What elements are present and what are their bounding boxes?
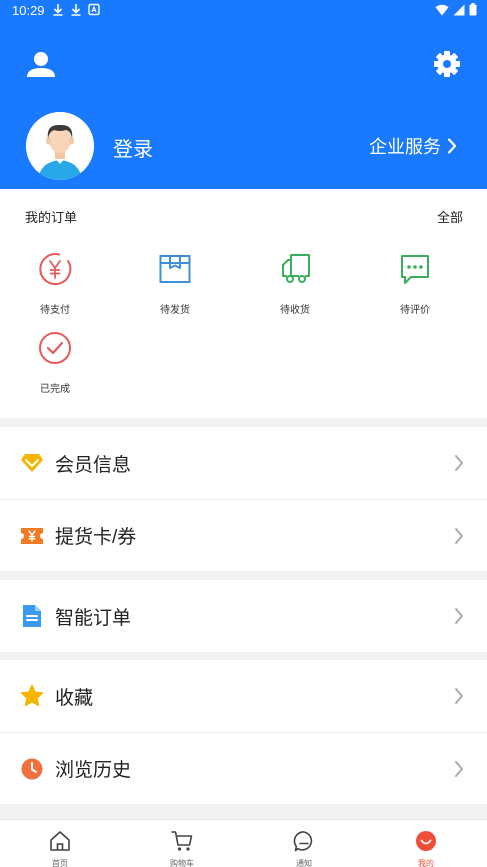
chevron-right-icon xyxy=(455,608,463,624)
order-status-awaiting-review[interactable]: 待评价 xyxy=(375,251,455,316)
menu-group-favorites: 收藏 浏览历史 xyxy=(0,660,487,804)
user-icon[interactable] xyxy=(25,49,57,81)
chevron-right-icon xyxy=(455,688,463,704)
message-bubble-icon xyxy=(293,831,313,852)
menu-label: 提货卡/券 xyxy=(55,527,137,548)
status-bar: 10:29 xyxy=(0,0,487,22)
star-icon xyxy=(20,684,44,708)
smart-order-row[interactable]: 智能订单 xyxy=(0,580,487,652)
bottom-tab-bar: 首页 购物车 通知 我的 xyxy=(0,819,487,867)
enterprise-service-link[interactable]: 企业服务 xyxy=(369,133,457,159)
home-icon xyxy=(50,831,70,851)
order-status-label: 待发货 xyxy=(160,305,190,316)
chevron-right-icon xyxy=(455,527,463,544)
menu-label: 会员信息 xyxy=(55,454,132,476)
settings-gear-icon[interactable] xyxy=(433,50,461,78)
menu-group-orders: 智能订单 xyxy=(0,580,487,652)
profile-header: 10:29 登录 企业服务 xyxy=(0,0,487,189)
order-status-label: 已完成 xyxy=(40,384,70,395)
order-status-label: 待支付 xyxy=(40,305,70,316)
browse-history-row[interactable]: 浏览历史 xyxy=(0,732,487,804)
pickup-card-row[interactable]: 提货卡/券 xyxy=(0,499,487,571)
enterprise-service-label: 企业服务 xyxy=(369,137,441,157)
ticket-icon xyxy=(20,524,44,548)
yen-circle-icon xyxy=(39,253,72,286)
order-status-label: 待收货 xyxy=(280,305,310,316)
tab-cart[interactable]: 购物车 xyxy=(142,820,222,867)
clock-icon xyxy=(20,757,44,781)
tab-notifications[interactable]: 通知 xyxy=(264,820,344,867)
signal-icon xyxy=(453,4,465,15)
avatar[interactable] xyxy=(26,112,94,180)
membership-info-row[interactable]: 会员信息 xyxy=(0,427,487,499)
default-avatar-icon xyxy=(26,112,94,180)
tab-label: 购物车 xyxy=(170,859,194,867)
order-status-awaiting-shipment[interactable]: 待发货 xyxy=(135,251,215,316)
check-circle-icon xyxy=(39,332,71,364)
download-icon xyxy=(53,4,63,16)
wifi-icon xyxy=(435,4,449,15)
chevron-right-icon xyxy=(447,138,457,154)
status-time: 10:29 xyxy=(12,3,45,18)
menu-label: 智能订单 xyxy=(55,607,132,629)
menu-group-membership: 会员信息 提货卡/券 xyxy=(0,427,487,571)
chevron-right-icon xyxy=(455,760,463,777)
order-status-awaiting-receipt[interactable]: 待收货 xyxy=(255,251,335,316)
tab-label: 我的 xyxy=(418,859,434,867)
menu-label: 浏览历史 xyxy=(55,760,132,781)
smiley-face-icon xyxy=(416,831,436,851)
order-status-pending-payment[interactable]: 待支付 xyxy=(15,251,95,316)
favorites-row[interactable]: 收藏 xyxy=(0,660,487,732)
document-icon xyxy=(20,604,44,628)
my-orders-section: 我的订单 全部 待支付 待发货 待收货 待评价 已完成 xyxy=(0,189,487,418)
order-status-completed[interactable]: 已完成 xyxy=(15,330,95,395)
package-box-icon xyxy=(159,255,191,283)
chevron-right-icon xyxy=(455,455,463,471)
chat-bubble-icon xyxy=(401,255,429,284)
app-notification-icon xyxy=(88,3,100,16)
tab-label: 通知 xyxy=(296,859,312,867)
battery-icon xyxy=(469,3,477,16)
delivery-truck-icon xyxy=(282,254,310,283)
tab-home[interactable]: 首页 xyxy=(20,820,100,867)
order-status-label: 待评价 xyxy=(400,305,430,316)
diamond-icon xyxy=(20,451,44,475)
menu-label: 收藏 xyxy=(55,687,94,709)
download-icon xyxy=(71,4,81,16)
tab-mine[interactable]: 我的 xyxy=(386,820,466,867)
shopping-cart-icon xyxy=(171,831,193,851)
all-orders-link[interactable]: 全部 xyxy=(437,207,463,226)
login-link[interactable]: 登录 xyxy=(113,133,153,162)
tab-label: 首页 xyxy=(52,859,68,867)
my-orders-title: 我的订单 xyxy=(25,210,78,225)
